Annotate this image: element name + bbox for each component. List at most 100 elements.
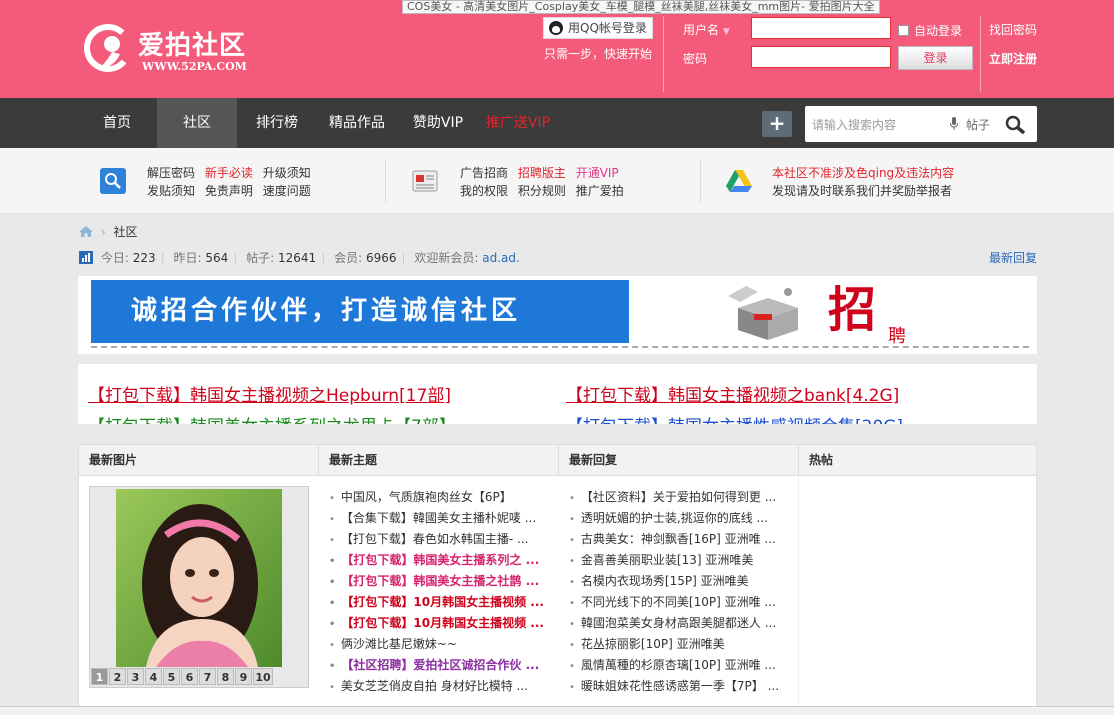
link-unzip-password[interactable]: 解压密码 (147, 166, 195, 180)
search-scope-select[interactable]: 帖子 (966, 116, 990, 133)
link-upgrade-info[interactable]: 升级须知 (263, 166, 311, 180)
reply-item[interactable]: 花丛掠丽影[10P] 亚洲唯美 (569, 634, 779, 655)
topic-item[interactable]: 美女芝芝俏皮自拍 身材好比模特 ... (329, 676, 544, 697)
featured-link-1[interactable]: 【打包下载】韩国女主播视频之Hepburn[17部] (88, 381, 451, 406)
breadcrumb-community[interactable]: 社区 (113, 225, 137, 239)
forum-stats: 今日: 223 | 昨日: 564 | 帖子: 12641 | 会员: 6966 | 欢… (79, 249, 520, 266)
link-speed-issues[interactable]: 速度问题 (263, 184, 311, 198)
welcome-label: 欢迎新会员: (414, 251, 479, 265)
reply-item[interactable]: 暖昧姐妹花性感诱惑第一季【7P】 ... (569, 676, 779, 697)
notice-links-row-2: 发贴须知 免责声明 速度问题 (147, 182, 311, 199)
link-disclaimer[interactable]: 免责声明 (205, 184, 253, 198)
pager-5[interactable]: 5 (163, 668, 180, 685)
banner-pin: 聘 (888, 326, 906, 347)
notice-divider (385, 160, 386, 202)
microphone-icon[interactable] (950, 117, 958, 131)
reply-item[interactable]: 金喜善美丽职业装[13] 亚洲唯美 (569, 550, 779, 571)
qq-login-label: 用QQ帐号登录 (568, 21, 647, 35)
reply-item[interactable]: 風情萬種的杉原杏璃[10P] 亚洲唯 ... (569, 655, 779, 676)
home-icon[interactable] (79, 226, 93, 237)
link-posting-rules[interactable]: 发贴须知 (147, 184, 195, 198)
topic-item[interactable]: 【打包下载】10月韩国女主播视频 ... (329, 613, 544, 634)
recruit-banner[interactable]: 诚招合作伙伴，打造诚信社区 招 聘 (78, 276, 1037, 354)
nav-item-community[interactable]: 社区 (157, 98, 237, 148)
nav-item-sponsor-vip[interactable]: 赞助VIP (403, 98, 473, 148)
breadcrumb: › 社区 (79, 223, 137, 240)
search-icon[interactable] (1002, 114, 1030, 136)
topic-item[interactable]: 【社区招聘】爱拍社区诚招合作伙 ... (329, 655, 544, 676)
posts-label: 帖子: (246, 251, 275, 265)
nav-item-ranking[interactable]: 排行榜 (242, 98, 312, 148)
pager-6[interactable]: 6 (181, 668, 198, 685)
link-moderator-recruit[interactable]: 招聘版主 (518, 166, 566, 180)
pager-3[interactable]: 3 (127, 668, 144, 685)
reply-item[interactable]: 不同光线下的不同美[10P] 亚洲唯 ... (569, 592, 779, 613)
topic-item[interactable]: 【打包下载】韩国美女主播系列之 ... (329, 550, 544, 571)
column-divider (798, 476, 799, 714)
pager-7[interactable]: 7 (199, 668, 216, 685)
notice-warning: 本社区不准涉及色qing及违法内容 (772, 166, 955, 180)
reply-item[interactable]: 【社区资料】关于爱拍如何得到更 ... (569, 487, 779, 508)
pager-4[interactable]: 4 (145, 668, 162, 685)
pager-9[interactable]: 9 (235, 668, 252, 685)
recruit-art-icon: 招 聘 (728, 282, 906, 347)
yesterday-label: 昨日: (173, 251, 202, 265)
auto-login-checkbox[interactable]: 自动登录 (898, 22, 962, 39)
reply-item[interactable]: 古典美女：神剑飘香[16P] 亚洲唯 ... (569, 529, 779, 550)
topic-item[interactable]: 【打包下载】春色如水韩国主播- ... (329, 529, 544, 550)
nav-item-promote-vip[interactable]: 推广送VIP (478, 98, 558, 148)
topic-item[interactable]: 【合集下载】韓國美女主播朴妮唛 ... (329, 508, 544, 529)
featured-link-3[interactable]: 【打包下载】韩国美女主播系列之龙里卡【7部】 (88, 412, 456, 424)
col-hot-posts: 热帖 (799, 445, 1036, 476)
link-promote-aipai[interactable]: 推广爱拍 (576, 184, 624, 198)
pager-8[interactable]: 8 (217, 668, 234, 685)
link-open-vip[interactable]: 开通VIP (576, 166, 619, 180)
quick-post-button[interactable]: + (762, 111, 792, 137)
topic-item[interactable]: 【打包下载】韩国美女主播之社鹊 ... (329, 571, 544, 592)
latest-pic-photo[interactable] (116, 489, 282, 667)
checkbox-icon (898, 25, 909, 36)
nav-item-home[interactable]: 首页 (77, 98, 157, 148)
login-button[interactable]: 登录 (898, 46, 973, 70)
link-my-permissions[interactable]: 我的权限 (460, 184, 508, 198)
topic-item[interactable]: 【打包下载】10月韩国女主播视频 ... (329, 592, 544, 613)
yesterday-count: 564 (205, 251, 229, 265)
search-input[interactable]: 请输入搜索内容 (812, 116, 896, 133)
link-ad-recruit[interactable]: 广告招商 (460, 166, 508, 180)
header-divider (663, 16, 664, 92)
register-link[interactable]: 立即注册 (989, 50, 1037, 67)
today-label: 今日: (100, 251, 129, 265)
forgot-password-link[interactable]: 找回密码 (989, 21, 1037, 38)
latest-pic-slideshow[interactable]: 1 2 3 4 5 6 7 8 9 10 (89, 486, 309, 688)
link-newbie-guide[interactable]: 新手必读 (205, 166, 253, 180)
password-input[interactable] (751, 46, 891, 68)
nav-item-featured[interactable]: 精品作品 (319, 98, 395, 148)
username-label: 用户名 ▼ (683, 23, 730, 37)
topic-item[interactable]: 俩沙滩比基尼嫩妹~~ (329, 634, 544, 655)
site-logo[interactable]: 爱拍社区 WWW.52PA.COM (84, 22, 254, 78)
members-label: 会员: (334, 251, 363, 265)
featured-link-2[interactable]: 【打包下载】韩国女主播视频之bank[4.2G] (566, 381, 899, 406)
pager-1[interactable]: 1 (91, 668, 108, 685)
latest-reply-link[interactable]: 最新回复 (989, 249, 1037, 266)
logo-name: 爱拍社区 (138, 31, 247, 61)
notice-divider-2 (700, 160, 701, 202)
username-input[interactable] (751, 17, 891, 39)
col-latest-replies: 最新回复 (559, 445, 799, 476)
bar-chart-icon (79, 251, 93, 264)
link-points-rules[interactable]: 积分规则 (518, 184, 566, 198)
qq-login-button[interactable]: 用QQ帐号登录 (543, 17, 653, 39)
reply-item[interactable]: 韓國泡菜美女身材高跟美腿都迷人 ... (569, 613, 779, 634)
browser-status-bar (0, 706, 1114, 715)
pager-2[interactable]: 2 (109, 668, 126, 685)
pager-10[interactable]: 10 (253, 668, 273, 685)
col-latest-pics: 最新图片 (79, 445, 319, 476)
reply-item[interactable]: 透明妩媚的护士装,挑逗你的底线 ... (569, 508, 779, 529)
logo-url: WWW.52PA.COM (142, 60, 247, 73)
reply-item[interactable]: 名模内衣现场秀[15P] 亚洲唯美 (569, 571, 779, 592)
password-label: 密码 (683, 52, 708, 66)
topic-item[interactable]: 中国风，气质旗袍肉丝女【6P】 (329, 487, 544, 508)
new-member-link[interactable]: ad.ad. (482, 251, 520, 265)
banner-zhao: 招 (828, 282, 876, 338)
featured-link-4[interactable]: 【打包下载】韩国女主播性感视频合集[20G] (566, 412, 903, 424)
